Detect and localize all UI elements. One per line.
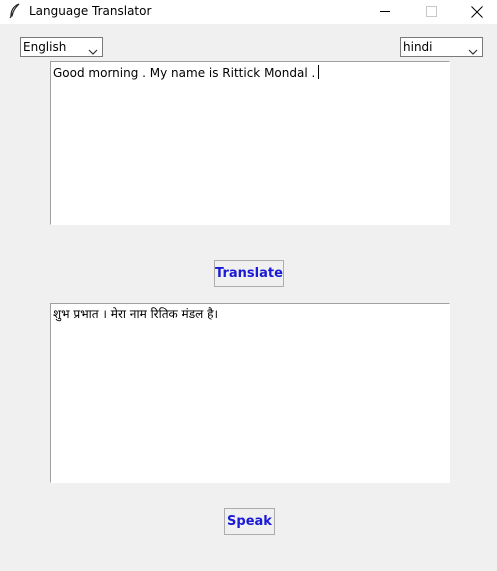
window-title: Language Translator [29,4,152,18]
feather-icon [8,3,22,19]
title-bar: Language Translator [0,0,497,24]
target-language-value: hindi [403,40,433,54]
close-button[interactable] [454,0,497,24]
minimize-button[interactable] [362,0,408,24]
source-language-value: English [23,40,67,54]
output-text-area[interactable]: शुभ प्रभात । मेरा नाम रितिक मंडल है। [50,303,450,483]
source-text-area[interactable]: Good morning . My name is Rittick Mondal… [50,61,450,225]
translated-text: शुभ प्रभात । मेरा नाम रितिक मंडल है। [53,307,219,321]
speak-button[interactable]: Speak [224,508,275,535]
minimize-icon [380,11,390,12]
chevron-down-icon [468,44,478,58]
maximize-button[interactable] [408,0,454,24]
source-text: Good morning . My name is Rittick Mondal… [53,66,316,80]
maximize-icon [426,6,437,17]
close-icon [471,6,483,18]
chevron-down-icon [88,44,98,58]
translate-button[interactable]: Translate [214,260,284,287]
text-caret [318,65,320,79]
target-language-select[interactable]: hindi [400,37,483,57]
source-language-select[interactable]: English [20,37,103,57]
app-window: Language Translator English hindi Good m… [0,0,497,571]
